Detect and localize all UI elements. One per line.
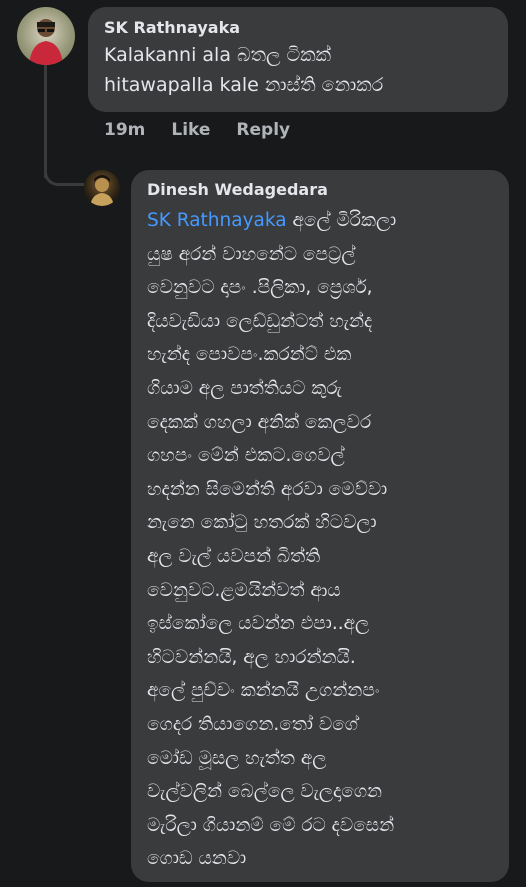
comment-text: Kalakanni ala බතල ටිකක් hitawapalla kale… [104, 40, 492, 100]
comment-line: මෝඩ මූසල හැත්ත අල [147, 747, 327, 769]
comment-line: යුෂ අරන් වාහනේට පෙට්‍රල් [147, 243, 356, 265]
comment-line: වැල්වලින් බෙල්ලෙ වැලදාගෙන [147, 781, 383, 803]
comment-timestamp[interactable]: 19m [104, 120, 145, 140]
comment-line: ඉස්කෝලෙ යවන්න එපා..අල [147, 613, 370, 635]
comment-line: මැරිලා ගියානම් මේ රට දවසෙන් [147, 814, 395, 836]
comment-line: ගොඩ යනවා [147, 848, 247, 870]
comment-line: ගෙදර තියාගෙන.තෝ වගේ [147, 713, 358, 735]
comment-bubble: SK Rathnayaka Kalakanni ala බතල ටිකක් hi… [88, 7, 508, 112]
comment-thread: SK Rathnayaka Kalakanni ala බතල ටිකක් hi… [0, 0, 526, 887]
profile-photo-icon [29, 19, 63, 65]
profile-photo-icon [90, 175, 114, 206]
comment-line: හැන්ද පොවපං.කරන්ට් එක [147, 344, 352, 366]
comment-line: hitawapalla kale නාස්ති නොකර [104, 74, 384, 96]
comment-line: හිටවන්නයි, අල හාරන්නයි. [147, 646, 356, 668]
comment-text: SK Rathnayaka අලේ මිරිකලා යුෂ අරන් වාහනේ… [147, 204, 493, 876]
like-button[interactable]: Like [171, 120, 210, 140]
comment-line: හදන්න සිමෙන්ති අරවා මෙව්වා [147, 478, 388, 500]
reply-button[interactable]: Reply [236, 120, 290, 140]
comment-line: දෙකක් ගහලා අනික් කෙලවර [147, 411, 372, 433]
avatar[interactable] [17, 7, 75, 65]
comment-line-text: අලේ මිරිකලා [292, 210, 397, 231]
thread-connector-line [44, 64, 47, 178]
thread-connector-curve [44, 162, 84, 186]
comment-line: දියවැඩියා ලෙඩ්ඩුන්ටත් හැන්ද [147, 310, 373, 332]
user-mention-link[interactable]: SK Rathnayaka [147, 210, 287, 231]
comment-line: Kalakanni ala බතල ටිකක් [104, 44, 332, 66]
comment-actions: 19m Like Reply [104, 120, 316, 140]
comment-line: වෙනුවට දාපං .පිලිකා, ප්‍රෙශර්, [147, 277, 373, 299]
comment-line: නැනෙ කෝටු හතරක් හිටවලා [147, 512, 377, 534]
comment-line: අලේ පුච්චං කන්නයි උගන්නපං [147, 680, 380, 702]
comment-line: අල වැල් යවපන් බිත්ති [147, 545, 321, 567]
comment-line: ගහපං මේන් එකට.ගෙවල් [147, 445, 345, 467]
comment-bubble: Dinesh Wedagedara SK Rathnayaka අලේ මිරි… [131, 170, 509, 882]
comment-line: SK Rathnayaka අලේ මිරිකලා [147, 204, 493, 238]
comment-line: වෙනුවට.ළමයින්වත් ආය [147, 579, 341, 601]
comment-author[interactable]: Dinesh Wedagedara [147, 180, 493, 200]
comment-author[interactable]: SK Rathnayaka [104, 18, 492, 38]
comment-line: ගියාම අල පාත්තියට කුරු [147, 377, 342, 399]
avatar[interactable] [84, 170, 120, 206]
